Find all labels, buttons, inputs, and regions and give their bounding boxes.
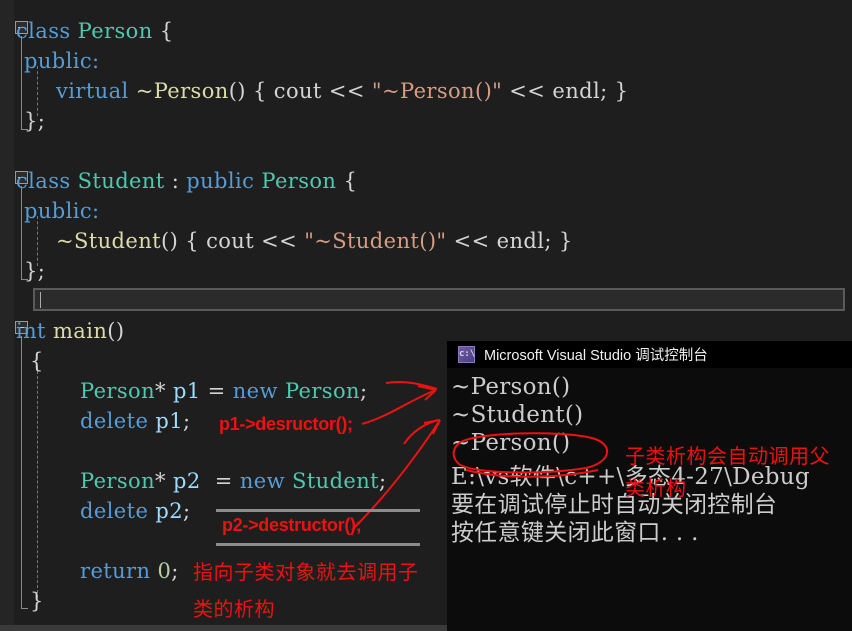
code-line[interactable]: return 0;	[80, 556, 179, 586]
screenshot-root: class Person {public: virtual ~Person() {…	[0, 0, 852, 631]
console-output-line: ~Person()	[451, 374, 571, 400]
code-token: Person	[261, 169, 344, 193]
code-token: ;	[182, 499, 191, 523]
code-token: "~Student()"	[304, 229, 447, 253]
console-cmd-icon: c:\	[458, 346, 475, 363]
code-token: class	[16, 19, 78, 43]
code-token: delete	[80, 409, 156, 433]
code-line[interactable]: Person* p1 = new Person;	[80, 376, 367, 406]
code-token: *	[155, 469, 173, 493]
code-line[interactable]: int main()	[16, 316, 124, 346]
code-token: }	[30, 589, 44, 613]
code-token: () { cout <<	[228, 79, 372, 103]
code-token: ;	[182, 409, 191, 433]
code-line[interactable]: Person* p2 = new Student;	[80, 466, 387, 496]
brace-foot	[21, 608, 28, 609]
code-token: };	[24, 259, 46, 283]
code-token: public	[186, 169, 262, 193]
code-token: {	[159, 19, 174, 43]
code-token: {	[30, 349, 44, 373]
code-token: Student	[77, 169, 172, 193]
code-token: p2	[172, 469, 208, 493]
code-token: int	[16, 319, 53, 343]
console-output-line: ~Student()	[451, 402, 584, 428]
code-token: *	[155, 379, 173, 403]
code-token: 0	[157, 559, 172, 583]
code-line[interactable]: class Student : public Person {	[16, 166, 357, 196]
code-token: "~Person()"	[371, 79, 503, 103]
code-token: main	[52, 319, 108, 343]
indent-guide	[37, 366, 38, 598]
brace-guide	[21, 186, 22, 279]
code-line[interactable]: virtual ~Person() { cout << "~Person()" …	[56, 76, 628, 106]
code-token: virtual	[56, 79, 136, 103]
code-token: ~Person	[135, 79, 229, 103]
code-token: new	[239, 469, 293, 493]
code-token: ()	[107, 319, 125, 343]
code-line[interactable]: ~Student() { cout << "~Student()" << end…	[56, 226, 573, 256]
console-title-text: Microsoft Visual Studio 调试控制台	[484, 348, 708, 364]
code-token: Person	[80, 469, 155, 493]
code-token: {	[343, 169, 358, 193]
code-token: public:	[24, 199, 100, 223]
code-line[interactable]: delete p2;	[80, 496, 190, 526]
brace-guide	[21, 336, 22, 608]
debug-console-window[interactable]: c:\ Microsoft Visual Studio 调试控制台 ~Perso…	[447, 341, 852, 631]
blank-line-selection-box[interactable]	[33, 288, 845, 311]
code-token: return	[80, 559, 158, 583]
code-token: p2	[155, 499, 183, 523]
code-line[interactable]: };	[24, 256, 45, 286]
code-token: =	[207, 379, 233, 403]
console-output-line: 按任意键关闭此窗口. . .	[451, 520, 699, 546]
code-token: new	[232, 379, 285, 403]
console-title-bar: c:\ Microsoft Visual Studio 调试控制台	[447, 341, 852, 368]
code-token: =	[207, 469, 240, 493]
text-caret	[40, 292, 41, 308]
editor-gutter	[0, 0, 14, 627]
code-token: ;	[379, 469, 387, 493]
code-token: delete	[80, 499, 156, 523]
code-token: p1	[155, 409, 183, 433]
brace-guide	[21, 36, 22, 129]
code-token: << endl; }	[502, 79, 629, 103]
code-token: ;	[359, 379, 368, 403]
code-token: p1	[172, 379, 208, 403]
code-token: Person	[80, 379, 155, 403]
code-line[interactable]: };	[24, 106, 45, 136]
code-token: () { cout <<	[160, 229, 305, 253]
code-line[interactable]: {	[30, 346, 44, 376]
code-token: ~Student	[56, 229, 161, 253]
code-line[interactable]: public:	[24, 196, 99, 226]
code-token: class	[16, 169, 78, 193]
console-output-line: E:\vs软件\c++\多态4-27\Debug	[451, 464, 810, 490]
code-token: << endl; }	[446, 229, 573, 253]
code-line[interactable]: }	[30, 586, 44, 616]
code-line[interactable]: class Person {	[16, 16, 173, 46]
code-token: :	[171, 169, 187, 193]
console-output-line: 要在调试停止时自动关闭控制台	[451, 492, 778, 518]
console-output-line: ~Person()	[451, 430, 571, 456]
code-line[interactable]: public:	[24, 46, 99, 76]
code-token: public:	[24, 49, 100, 73]
code-token: Person	[77, 19, 160, 43]
code-token: Person	[284, 379, 360, 403]
code-token: };	[24, 109, 46, 133]
code-token: ;	[171, 559, 179, 583]
code-token: Student	[292, 469, 380, 493]
code-line[interactable]: delete p1;	[80, 406, 190, 436]
